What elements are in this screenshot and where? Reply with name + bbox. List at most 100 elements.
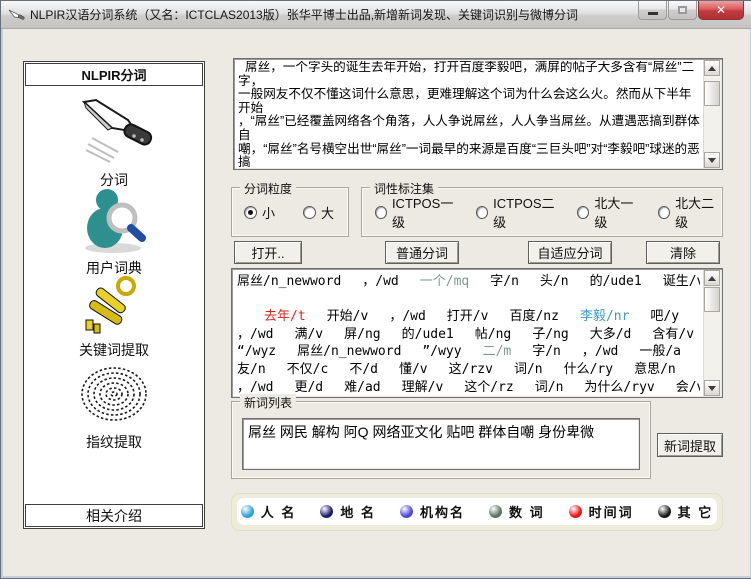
legend-color-dot-icon: [658, 505, 671, 518]
token: 懂/v: [399, 362, 428, 377]
scroll-thumb[interactable]: [704, 81, 720, 106]
token: 李毅/nr: [580, 309, 629, 324]
token: 词/n: [535, 380, 564, 395]
sidebar-item-fingerprint-extraction[interactable]: 指纹提取: [25, 360, 203, 452]
radio-label: 北大一级: [594, 193, 641, 231]
source-text-area[interactable]: 屌丝，一个字头的诞生去年开始，打开百度李毅吧，满屏的帖子大多含有“屌丝”二字， …: [233, 58, 723, 170]
sidebar-footer-about[interactable]: 相关介绍: [25, 504, 203, 527]
token: ，/wd: [237, 327, 273, 342]
radio-icon[interactable]: [476, 206, 488, 219]
token: 屏/ng: [344, 327, 380, 342]
token: 屌丝/n_newword: [297, 344, 401, 359]
maximize-button[interactable]: [668, 1, 697, 20]
extract-new-words-button[interactable]: 新词提取: [657, 433, 723, 457]
result-line: [237, 291, 700, 309]
result-line: 去年/t开始/v，/wd打开/v百度/nz李毅/nr吧/y: [237, 308, 700, 326]
result-line: 友/n不仅/c不/d懂/v这/rzv词/n什么/ry意思/n: [237, 361, 700, 379]
legend-color-dot-icon: [241, 505, 254, 518]
new-words-label: 新词列表: [240, 394, 296, 411]
radio-label: ICTPOS一级: [392, 193, 459, 231]
scroll-up-button[interactable]: [704, 60, 720, 76]
radio-option-ICTPOS一级[interactable]: ICTPOS一级: [375, 193, 459, 231]
maximize-icon: [678, 6, 687, 14]
segmentation-result-area[interactable]: 屌丝/n_newword，/wd一个/mq字/n头/n的/ude1诞生/vn 去…: [231, 268, 723, 398]
radio-option-大[interactable]: 大: [303, 203, 334, 222]
token: 友/n: [237, 362, 266, 377]
fingerprint-icon: [72, 360, 156, 430]
radio-icon[interactable]: [375, 206, 387, 219]
sidebar-item-user-dictionary[interactable]: 用户词典: [25, 184, 203, 278]
result-line: 屌丝/n_newword，/wd一个/mq字/n头/n的/ude1诞生/vn: [237, 273, 700, 291]
app-knife-icon: [8, 7, 25, 22]
radio-icon[interactable]: [658, 206, 670, 219]
token: 帖/ng: [475, 327, 511, 342]
arrow-down-icon: [708, 386, 716, 391]
minimize-icon: [648, 12, 658, 15]
radio-option-小[interactable]: 小: [244, 203, 275, 222]
token: 这/rzv: [449, 362, 493, 377]
legend-color-dot-icon: [320, 505, 333, 518]
sidebar: NLPIR分词 分词 用户词典: [23, 61, 205, 529]
legend-color-dot-icon: [489, 505, 502, 518]
legend-item: 数 词: [489, 502, 545, 521]
radio-option-ICTPOS二级[interactable]: ICTPOS二级: [476, 193, 560, 231]
radio-label: 小: [262, 203, 275, 222]
result-line: ，/wd更/d难/ad理解/v这个/rz词/n为什么/ryv会/v: [237, 379, 700, 395]
title-bar: NLPIR汉语分词系统（又名：ICTCLAS2013版）张华平博士出品,新增新词…: [1, 1, 751, 29]
adaptive-segmentation-button[interactable]: 自适应分词: [528, 241, 612, 264]
token: 的/ude1: [402, 327, 454, 342]
token: 这个/rz: [464, 380, 513, 395]
radio-icon[interactable]: [577, 206, 589, 219]
new-words-text-area[interactable]: 屌丝 网民 解构 阿Q 网络亚文化 贴吧 群体自嘲 身份卑微: [242, 418, 640, 470]
knife-icon: [66, 94, 162, 168]
legend-label: 机构名: [420, 502, 465, 521]
result-lines: 屌丝/n_newword，/wd一个/mq字/n头/n的/ude1诞生/vn 去…: [237, 273, 700, 395]
token: 开始/v: [327, 309, 369, 324]
close-button[interactable]: ✕: [698, 1, 744, 20]
new-words-groupbox: 新词列表 屌丝 网民 解构 阿Q 网络亚文化 贴吧 群体自嘲 身份卑微: [231, 401, 651, 479]
legend-item: 机构名: [400, 502, 465, 521]
radio-icon[interactable]: [303, 206, 316, 219]
result-scrollbar[interactable]: [703, 270, 721, 396]
scroll-thumb[interactable]: [704, 287, 720, 312]
source-text[interactable]: 屌丝，一个字头的诞生去年开始，打开百度李毅吧，满屏的帖子大多含有“屌丝”二字， …: [238, 61, 700, 167]
token: 什么/ry: [564, 362, 613, 377]
minimize-button[interactable]: [638, 1, 667, 20]
radio-icon[interactable]: [244, 206, 257, 219]
window-title: NLPIR汉语分词系统（又名：ICTCLAS2013版）张华平博士出品,新增新词…: [30, 6, 578, 23]
sidebar-item-keyword-extraction[interactable]: 关键词提取: [25, 274, 203, 360]
open-button[interactable]: 打开..: [234, 241, 302, 264]
sidebar-item-segmentation[interactable]: 分词: [25, 94, 203, 190]
normal-segmentation-button[interactable]: 普通分词: [385, 241, 459, 264]
sidebar-header-nlpir[interactable]: NLPIR分词: [25, 63, 203, 86]
result-line: ，/wd满/v屏/ng的/ude1帖/ng子/ng大多/d含有/v: [237, 326, 700, 344]
legend-bar: 人 名地 名机构名数 词时间词其 它: [237, 498, 717, 525]
token: 理解/v: [402, 380, 444, 395]
legend-label: 地 名: [340, 502, 376, 521]
token: ，/wd: [389, 309, 425, 324]
source-scrollbar[interactable]: [703, 60, 721, 168]
token: “/wyz: [237, 344, 276, 359]
clear-button[interactable]: 清除: [646, 241, 720, 264]
token: 会/v: [676, 380, 700, 395]
token: 为什么/ryv: [584, 380, 654, 395]
granularity-groupbox: 分词粒度 小大: [231, 187, 349, 237]
token: 不仅/c: [287, 362, 329, 377]
scroll-up-button[interactable]: [704, 270, 720, 286]
arrow-down-icon: [708, 158, 716, 163]
token: 一般/a: [639, 344, 681, 359]
close-icon: ✕: [716, 3, 726, 17]
radio-option-北大二级[interactable]: 北大二级: [658, 193, 722, 231]
radio-option-北大一级[interactable]: 北大一级: [577, 193, 641, 231]
token: 屌丝/n_newword: [237, 274, 341, 289]
token: 意思/n: [634, 362, 676, 377]
token: 诞生/vn: [663, 274, 700, 289]
token: 字/n: [490, 274, 519, 289]
token: 含有/v: [652, 327, 694, 342]
legend-label: 数 词: [509, 502, 545, 521]
scroll-down-button[interactable]: [704, 380, 720, 396]
granularity-label: 分词粒度: [240, 180, 296, 197]
token: 头/n: [540, 274, 569, 289]
scroll-down-button[interactable]: [704, 152, 720, 168]
pos-tagset-label: 词性标注集: [370, 180, 438, 197]
